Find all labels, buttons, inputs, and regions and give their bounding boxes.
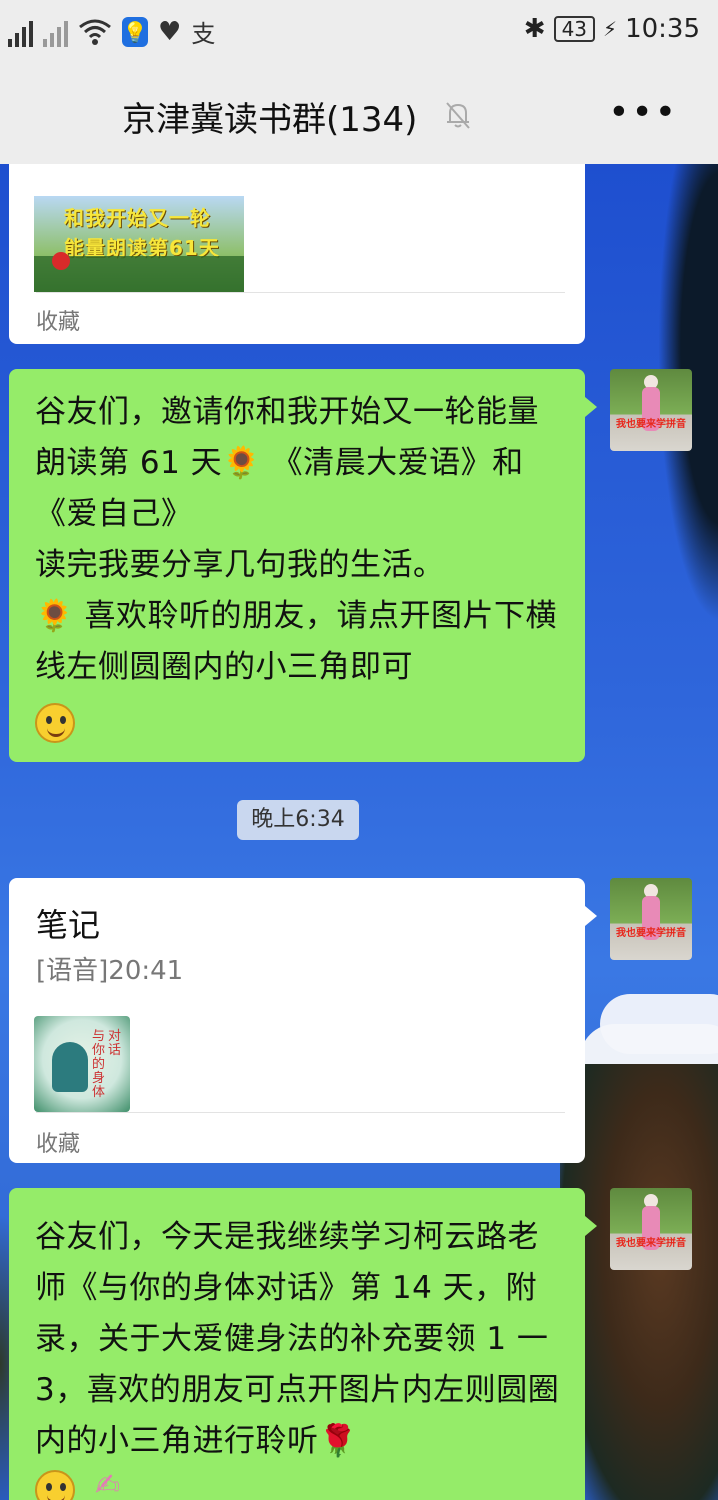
nail-polish-icon: ✍ bbox=[95, 1468, 121, 1500]
status-left: 💡 ♥ 支 bbox=[8, 14, 215, 49]
message-text: 谷友们，今天是我继续学习柯云路老师《与你的身体对话》第 14 天，附录，关于大爱… bbox=[35, 1219, 560, 1459]
avatar[interactable]: 我也要来学拼音 bbox=[610, 1188, 692, 1270]
avatar-banner: 我也要来学拼音 bbox=[616, 419, 686, 430]
favorite-card-message[interactable]: 和我开始又一轮 能量朗读第61天 收藏 bbox=[9, 164, 585, 344]
thumbnail-text: 与你的身体 bbox=[92, 1029, 106, 1100]
no-signal-icon bbox=[43, 17, 68, 47]
chat-title: 京津冀读书群(134) bbox=[122, 100, 418, 140]
heart-icon: ♥ bbox=[158, 16, 182, 47]
favorites-label: 收藏 bbox=[36, 310, 81, 335]
note-card-message[interactable]: 笔记 [语音]20:41 与你的身体 对话 收藏 bbox=[9, 878, 597, 1163]
thumbnail-text: 和我开始又一轮 bbox=[64, 206, 211, 230]
message-text: 谷友们，邀请你和我开始又一轮能量朗读第 61 天🌻 《清晨大爱语》和《爱自己》 … bbox=[35, 394, 557, 685]
bulb-icon: 💡 bbox=[122, 16, 148, 47]
more-options-button[interactable]: ••• bbox=[608, 95, 678, 131]
silhouette-icon bbox=[52, 1042, 88, 1092]
chat-header: 京津冀读书群(134) ••• bbox=[0, 64, 718, 164]
signal-icon bbox=[8, 17, 33, 47]
favorites-label: 收藏 bbox=[36, 1132, 81, 1157]
note-title: 笔记 bbox=[36, 906, 101, 944]
chat-area[interactable]: 和我开始又一轮 能量朗读第61天 收藏 谷友们，邀请你和我开始又一轮能量朗读第 … bbox=[0, 164, 718, 1500]
bluetooth-icon: ✱ bbox=[523, 14, 546, 44]
divider bbox=[36, 292, 565, 293]
rose-icon bbox=[52, 252, 70, 270]
grin-emoji-icon bbox=[35, 1470, 75, 1500]
card-thumbnail[interactable]: 和我开始又一轮 能量朗读第61天 bbox=[34, 196, 244, 292]
wifi-icon bbox=[79, 19, 111, 45]
battery-level: 43 bbox=[553, 16, 596, 42]
clock: 10:35 bbox=[625, 14, 700, 44]
timestamp: 晚上6:34 bbox=[237, 800, 359, 840]
status-bar: 💡 ♥ 支 ✱ 43 ⚡ 10:35 bbox=[0, 0, 718, 64]
background-cloud bbox=[600, 994, 718, 1054]
text-message-bubble[interactable]: 谷友们，邀请你和我开始又一轮能量朗读第 61 天🌻 《清晨大爱语》和《爱自己》 … bbox=[9, 369, 597, 762]
divider bbox=[36, 1112, 565, 1113]
avatar-banner: 我也要来学拼音 bbox=[616, 1238, 686, 1249]
charging-icon: ⚡ bbox=[603, 17, 618, 41]
avatar[interactable]: 我也要来学拼音 bbox=[610, 878, 692, 960]
text-message-bubble[interactable]: 谷友们，今天是我继续学习柯云路老师《与你的身体对话》第 14 天，附录，关于大爱… bbox=[9, 1188, 597, 1500]
alipay-icon: 支 bbox=[191, 20, 216, 48]
thumbnail-text: 对话 bbox=[108, 1029, 122, 1058]
smile-emoji-icon bbox=[35, 703, 75, 743]
status-right: ✱ 43 ⚡ 10:35 bbox=[524, 14, 700, 44]
note-subtitle: [语音]20:41 bbox=[36, 956, 184, 986]
avatar-banner: 我也要来学拼音 bbox=[616, 928, 686, 939]
avatar[interactable]: 我也要来学拼音 bbox=[610, 369, 692, 451]
note-thumbnail[interactable]: 与你的身体 对话 bbox=[34, 1016, 130, 1112]
mute-bell-icon bbox=[446, 102, 470, 129]
